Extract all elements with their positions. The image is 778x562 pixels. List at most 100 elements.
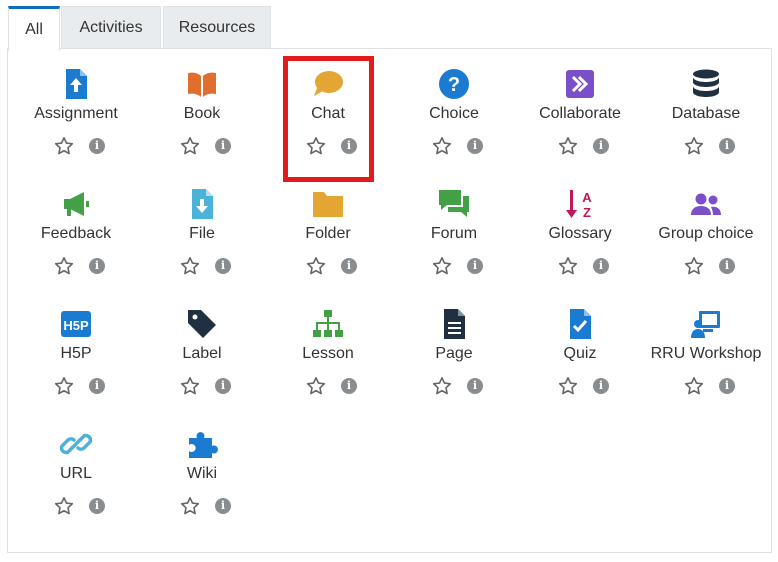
activity-chooser-panel: Assignment i Book i Chat i ? Choice i Co… (7, 48, 772, 553)
star-icon[interactable] (432, 136, 452, 156)
info-icon[interactable]: i (215, 498, 231, 514)
star-icon[interactable] (432, 376, 452, 396)
activity-chat[interactable]: Chat i (265, 49, 391, 159)
activity-label: Lesson (302, 345, 354, 362)
choice-icon: ? (438, 68, 470, 100)
activity-book[interactable]: Book i (139, 49, 265, 159)
info-icon[interactable]: i (467, 138, 483, 154)
activity-label: Feedback (40, 225, 112, 242)
svg-text:Z: Z (583, 205, 591, 220)
activity-quiz[interactable]: Quiz i (517, 289, 643, 399)
activity-label-resource[interactable]: Label i (139, 289, 265, 399)
star-icon[interactable] (432, 256, 452, 276)
star-icon[interactable] (180, 496, 200, 516)
book-icon (186, 68, 218, 100)
activity-database[interactable]: Database i (643, 49, 769, 159)
star-icon[interactable] (54, 376, 74, 396)
activity-label: Collaborate (539, 105, 621, 122)
svg-text:A: A (582, 190, 592, 205)
activity-label: URL (59, 465, 92, 482)
activity-group-choice[interactable]: Group choice i (643, 169, 769, 279)
info-icon[interactable]: i (89, 378, 105, 394)
activity-page[interactable]: Page i (391, 289, 517, 399)
assignment-icon (60, 68, 92, 100)
activity-rru-workshop[interactable]: RRU Workshop i (643, 289, 769, 399)
activity-label: Label (182, 345, 222, 362)
star-icon[interactable] (54, 256, 74, 276)
info-icon[interactable]: i (467, 258, 483, 274)
star-icon[interactable] (54, 136, 74, 156)
star-icon[interactable] (684, 376, 704, 396)
activity-forum[interactable]: Forum i (391, 169, 517, 279)
star-icon[interactable] (306, 376, 326, 396)
h5p-icon: H5P (60, 308, 92, 340)
activity-label: Forum (430, 225, 478, 242)
activity-h5p[interactable]: H5P H5P i (13, 289, 139, 399)
svg-text:H5P: H5P (63, 318, 89, 333)
info-icon[interactable]: i (719, 258, 735, 274)
info-icon[interactable]: i (89, 258, 105, 274)
info-icon[interactable]: i (341, 258, 357, 274)
activity-lesson[interactable]: Lesson i (265, 289, 391, 399)
info-icon[interactable]: i (719, 138, 735, 154)
star-icon[interactable] (558, 256, 578, 276)
star-icon[interactable] (180, 136, 200, 156)
activity-folder[interactable]: Folder i (265, 169, 391, 279)
activity-label: H5P (60, 345, 92, 362)
star-icon[interactable] (306, 136, 326, 156)
star-icon[interactable] (306, 256, 326, 276)
activity-label: Assignment (34, 105, 118, 122)
tab-activities[interactable]: Activities (61, 6, 161, 49)
info-icon[interactable]: i (89, 498, 105, 514)
info-icon[interactable]: i (215, 138, 231, 154)
activity-label: Book (183, 105, 221, 122)
info-icon[interactable]: i (719, 378, 735, 394)
activity-wiki[interactable]: Wiki i (139, 409, 265, 519)
activity-feedback[interactable]: Feedback i (13, 169, 139, 279)
rru-workshop-icon (690, 308, 722, 340)
info-icon[interactable]: i (215, 258, 231, 274)
folder-icon (312, 188, 344, 220)
star-icon[interactable] (180, 256, 200, 276)
info-icon[interactable]: i (593, 378, 609, 394)
glossary-icon: AZ (564, 188, 596, 220)
activity-choice[interactable]: ? Choice i (391, 49, 517, 159)
file-icon (186, 188, 218, 220)
svg-text:?: ? (448, 74, 460, 96)
activity-label: Choice (429, 105, 479, 122)
activity-label: Folder (305, 225, 351, 242)
star-icon[interactable] (558, 136, 578, 156)
info-icon[interactable]: i (89, 138, 105, 154)
collaborate-icon (564, 68, 596, 100)
info-icon[interactable]: i (593, 258, 609, 274)
star-icon[interactable] (684, 136, 704, 156)
activity-label: Chat (311, 105, 345, 122)
activity-label: RRU Workshop (650, 345, 762, 362)
activity-file[interactable]: File i (139, 169, 265, 279)
info-icon[interactable]: i (341, 138, 357, 154)
lesson-icon (312, 308, 344, 340)
activity-label: Group choice (658, 225, 754, 242)
activity-collaborate[interactable]: Collaborate i (517, 49, 643, 159)
database-icon (690, 68, 722, 100)
star-icon[interactable] (54, 496, 74, 516)
activity-assignment[interactable]: Assignment i (13, 49, 139, 159)
activity-glossary[interactable]: AZ Glossary i (517, 169, 643, 279)
tab-all[interactable]: All (8, 6, 60, 51)
feedback-icon (60, 188, 92, 220)
activity-url[interactable]: URL i (13, 409, 139, 519)
star-icon[interactable] (180, 376, 200, 396)
info-icon[interactable]: i (215, 378, 231, 394)
info-icon[interactable]: i (593, 138, 609, 154)
activity-label: Quiz (563, 345, 597, 362)
page-icon (438, 308, 470, 340)
star-icon[interactable] (684, 256, 704, 276)
url-icon (60, 428, 92, 460)
quiz-icon (564, 308, 596, 340)
activity-label: Page (435, 345, 473, 362)
chat-icon (312, 68, 344, 100)
star-icon[interactable] (558, 376, 578, 396)
info-icon[interactable]: i (341, 378, 357, 394)
info-icon[interactable]: i (467, 378, 483, 394)
tab-resources[interactable]: Resources (163, 6, 271, 49)
